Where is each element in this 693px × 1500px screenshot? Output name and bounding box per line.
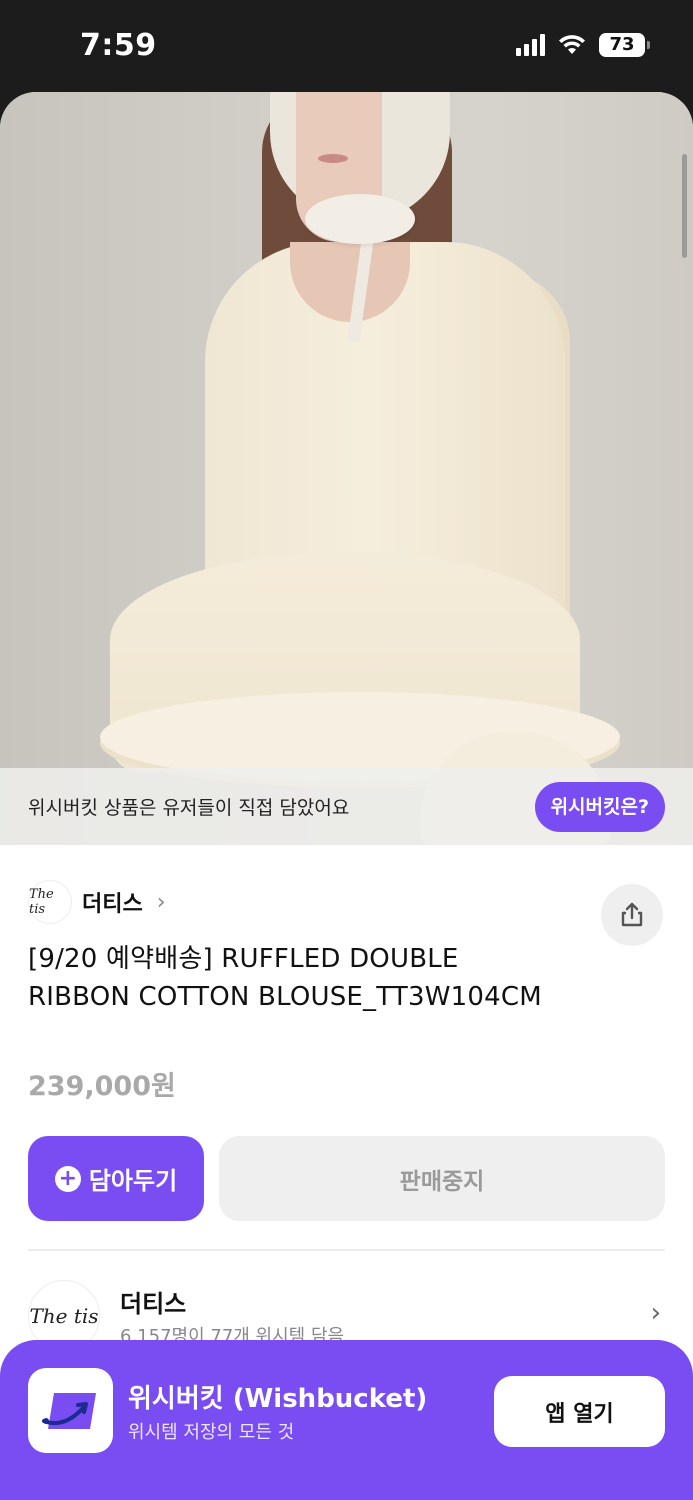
- app-tagline: 위시템 저장의 모든 것: [128, 1422, 295, 1443]
- info-banner: 위시버킷 상품은 유저들이 직접 담았어요 위시버킷은?: [0, 768, 693, 845]
- share-icon: [621, 902, 643, 927]
- status-icons: 73: [516, 33, 650, 57]
- save-to-wishlist-button[interactable]: + 담아두기: [28, 1136, 204, 1221]
- save-label: 담아두기: [88, 1167, 178, 1195]
- wifi-icon: [559, 35, 585, 54]
- divider: [28, 1249, 665, 1251]
- product-title: [9/20 예약배송] RUFFLED DOUBLE RIBBON COTTON…: [28, 944, 542, 1012]
- brand-name: 더티스: [82, 892, 143, 917]
- status-bar: 7:59 73: [0, 0, 693, 90]
- product-image[interactable]: 위시버킷 상품은 유저들이 직접 담았어요 위시버킷은?: [0, 92, 693, 845]
- chevron-right-icon: ›: [156, 889, 166, 915]
- app-install-banner: 위시버킷 (Wishbucket) 위시템 저장의 모든 것 앱 열기: [0, 1340, 693, 1500]
- chevron-right-icon: ›: [650, 1298, 661, 1328]
- what-is-wishbucket-button[interactable]: 위시버킷은?: [534, 781, 665, 832]
- brand-logo: The tis: [28, 880, 72, 924]
- screen: 7:59 73 위시버킷 상품은 유저들이 직접 담았어요 위시버킷은? The…: [0, 0, 693, 1500]
- product-page: 위시버킷 상품은 유저들이 직접 담았어요 위시버킷은? The tis 더티스…: [0, 92, 693, 1500]
- open-app-button[interactable]: 앱 열기: [494, 1376, 665, 1447]
- brand-card-name: 더티스: [120, 1290, 187, 1318]
- photo-bow: [305, 194, 415, 244]
- scrollbar[interactable]: [682, 154, 687, 258]
- wishbucket-app-icon: [28, 1368, 113, 1453]
- share-button[interactable]: [601, 884, 663, 946]
- product-price: 239,000원: [28, 1071, 176, 1102]
- brand-link[interactable]: The tis 더티스 ›: [28, 880, 166, 924]
- battery-icon: 73: [599, 33, 650, 57]
- info-banner-text: 위시버킷 상품은 유저들이 직접 담았어요: [28, 797, 350, 819]
- sold-out-button[interactable]: 판매중지: [219, 1136, 665, 1221]
- status-time: 7:59: [80, 28, 157, 63]
- app-name: 위시버킷 (Wishbucket): [128, 1384, 428, 1414]
- signal-icon: [516, 34, 545, 56]
- photo-lips: [318, 154, 348, 163]
- plus-icon: +: [54, 1165, 81, 1192]
